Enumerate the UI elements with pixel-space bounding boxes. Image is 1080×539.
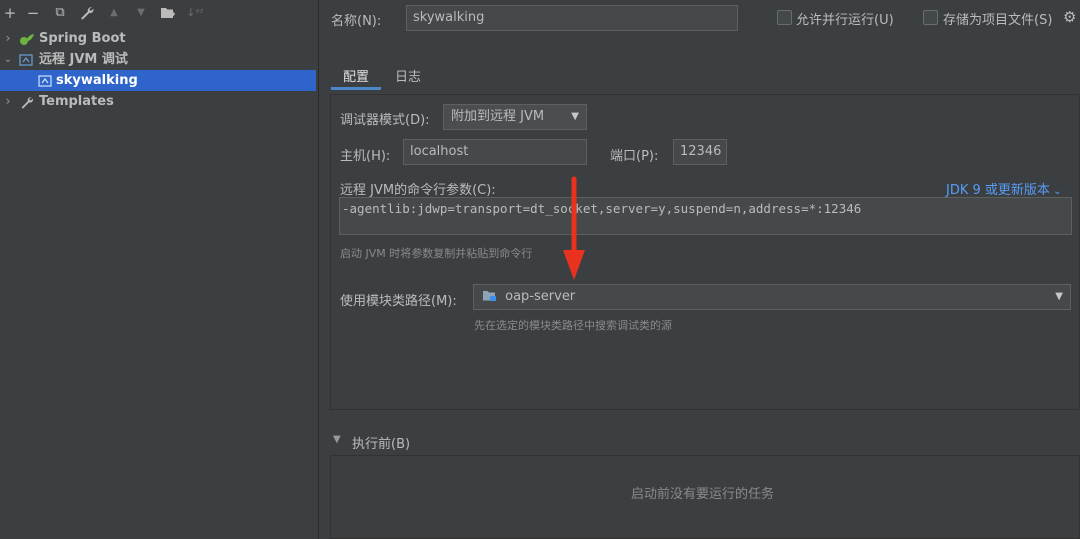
- debugger-mode-label: 调试器模式(D):: [340, 113, 430, 128]
- configuration-editor: 名称(N): skywalking 允许并行运行(U) 存储为项目文件(S) ⚙…: [319, 0, 1080, 539]
- chevron-right-icon[interactable]: ›: [2, 91, 14, 112]
- tree-item-label: 远程 JVM 调试: [39, 52, 128, 67]
- tree-item-spring-boot[interactable]: › Spring Boot: [0, 28, 316, 49]
- tab-logs-label: 日志: [395, 70, 422, 85]
- jdk-version-link[interactable]: JDK 9 或更新版本 ⌄: [946, 179, 1061, 198]
- annotation-arrow-icon: [563, 176, 585, 280]
- before-launch-empty-text: 启动前没有要运行的任务: [631, 487, 775, 502]
- collapse-triangle-icon[interactable]: ▼: [333, 434, 341, 445]
- remove-icon[interactable]: −: [23, 2, 43, 24]
- configurations-sidebar: + − ⧉ ▲ ▼ ↓ᵃᶻ › Spring Boot ⌄ 远程 JVM 调试 …: [0, 0, 319, 539]
- host-input[interactable]: localhost: [403, 139, 587, 165]
- module-folder-icon: [482, 289, 501, 304]
- module-classpath-value: oap-server: [505, 289, 576, 304]
- allow-parallel-label[interactable]: 允许并行运行(U): [796, 9, 894, 28]
- tab-config-label: 配置: [343, 70, 370, 85]
- before-launch-label[interactable]: 执行前(B): [352, 433, 410, 452]
- remote-debug-icon: [38, 74, 52, 87]
- sort-icon[interactable]: ↓ᵃᶻ: [185, 2, 205, 24]
- tab-config[interactable]: 配置: [331, 62, 381, 90]
- tree-item-label: Templates: [39, 94, 114, 109]
- copy-icon[interactable]: ⧉: [50, 2, 70, 24]
- tree-item-skywalking[interactable]: skywalking: [0, 70, 316, 91]
- new-folder-icon[interactable]: [158, 2, 178, 24]
- debugger-mode-select[interactable]: 附加到远程 JVM ▼: [443, 104, 587, 130]
- remote-debug-icon: [19, 53, 33, 66]
- port-input[interactable]: 12346: [673, 139, 727, 165]
- store-as-file-checkbox[interactable]: [923, 10, 938, 25]
- wrench-icon[interactable]: [77, 2, 97, 24]
- port-label: 端口(P):: [610, 149, 659, 164]
- gear-icon[interactable]: ⚙: [1063, 8, 1076, 26]
- spring-leaf-icon: [19, 32, 34, 45]
- dropdown-arrow-icon: ▼: [571, 111, 579, 122]
- name-label: 名称(N):: [331, 14, 382, 29]
- tree-item-label: Spring Boot: [39, 31, 126, 46]
- chevron-down-icon[interactable]: ⌄: [2, 49, 14, 70]
- host-label: 主机(H):: [340, 149, 391, 164]
- module-classpath-label: 使用模块类路径(M):: [340, 294, 457, 309]
- cmdline-args-field[interactable]: -agentlib:jdwp=transport=dt_socket,serve…: [339, 197, 1072, 235]
- tree-item-label: skywalking: [56, 73, 138, 88]
- module-classpath-select[interactable]: oap-server ▼: [473, 284, 1071, 310]
- debugger-mode-value: 附加到远程 JVM: [451, 109, 545, 124]
- move-down-icon[interactable]: ▼: [131, 2, 151, 24]
- tree-item-remote-jvm-debug[interactable]: ⌄ 远程 JVM 调试: [0, 49, 316, 70]
- cmdline-hint: 启动 JVM 时将参数复制并粘贴到命令行: [340, 247, 533, 260]
- store-as-file-label[interactable]: 存储为项目文件(S): [943, 9, 1052, 28]
- name-input[interactable]: skywalking: [406, 5, 738, 31]
- tree-item-templates[interactable]: › Templates: [0, 91, 316, 112]
- before-launch-panel: 启动前没有要运行的任务: [330, 455, 1080, 539]
- cmdline-label: 远程 JVM的命令行参数(C):: [340, 183, 496, 198]
- add-icon[interactable]: +: [0, 2, 20, 24]
- tab-logs[interactable]: 日志: [385, 62, 429, 90]
- wrench-icon: [20, 95, 34, 109]
- dropdown-arrow-icon: ▼: [1055, 291, 1063, 302]
- move-up-icon[interactable]: ▲: [104, 2, 124, 24]
- allow-parallel-checkbox[interactable]: [777, 10, 792, 25]
- chevron-down-icon: ⌄: [1049, 186, 1062, 197]
- chevron-right-icon[interactable]: ›: [2, 28, 14, 49]
- module-classpath-hint: 先在选定的模块类路径中搜索调试类的源: [474, 319, 672, 332]
